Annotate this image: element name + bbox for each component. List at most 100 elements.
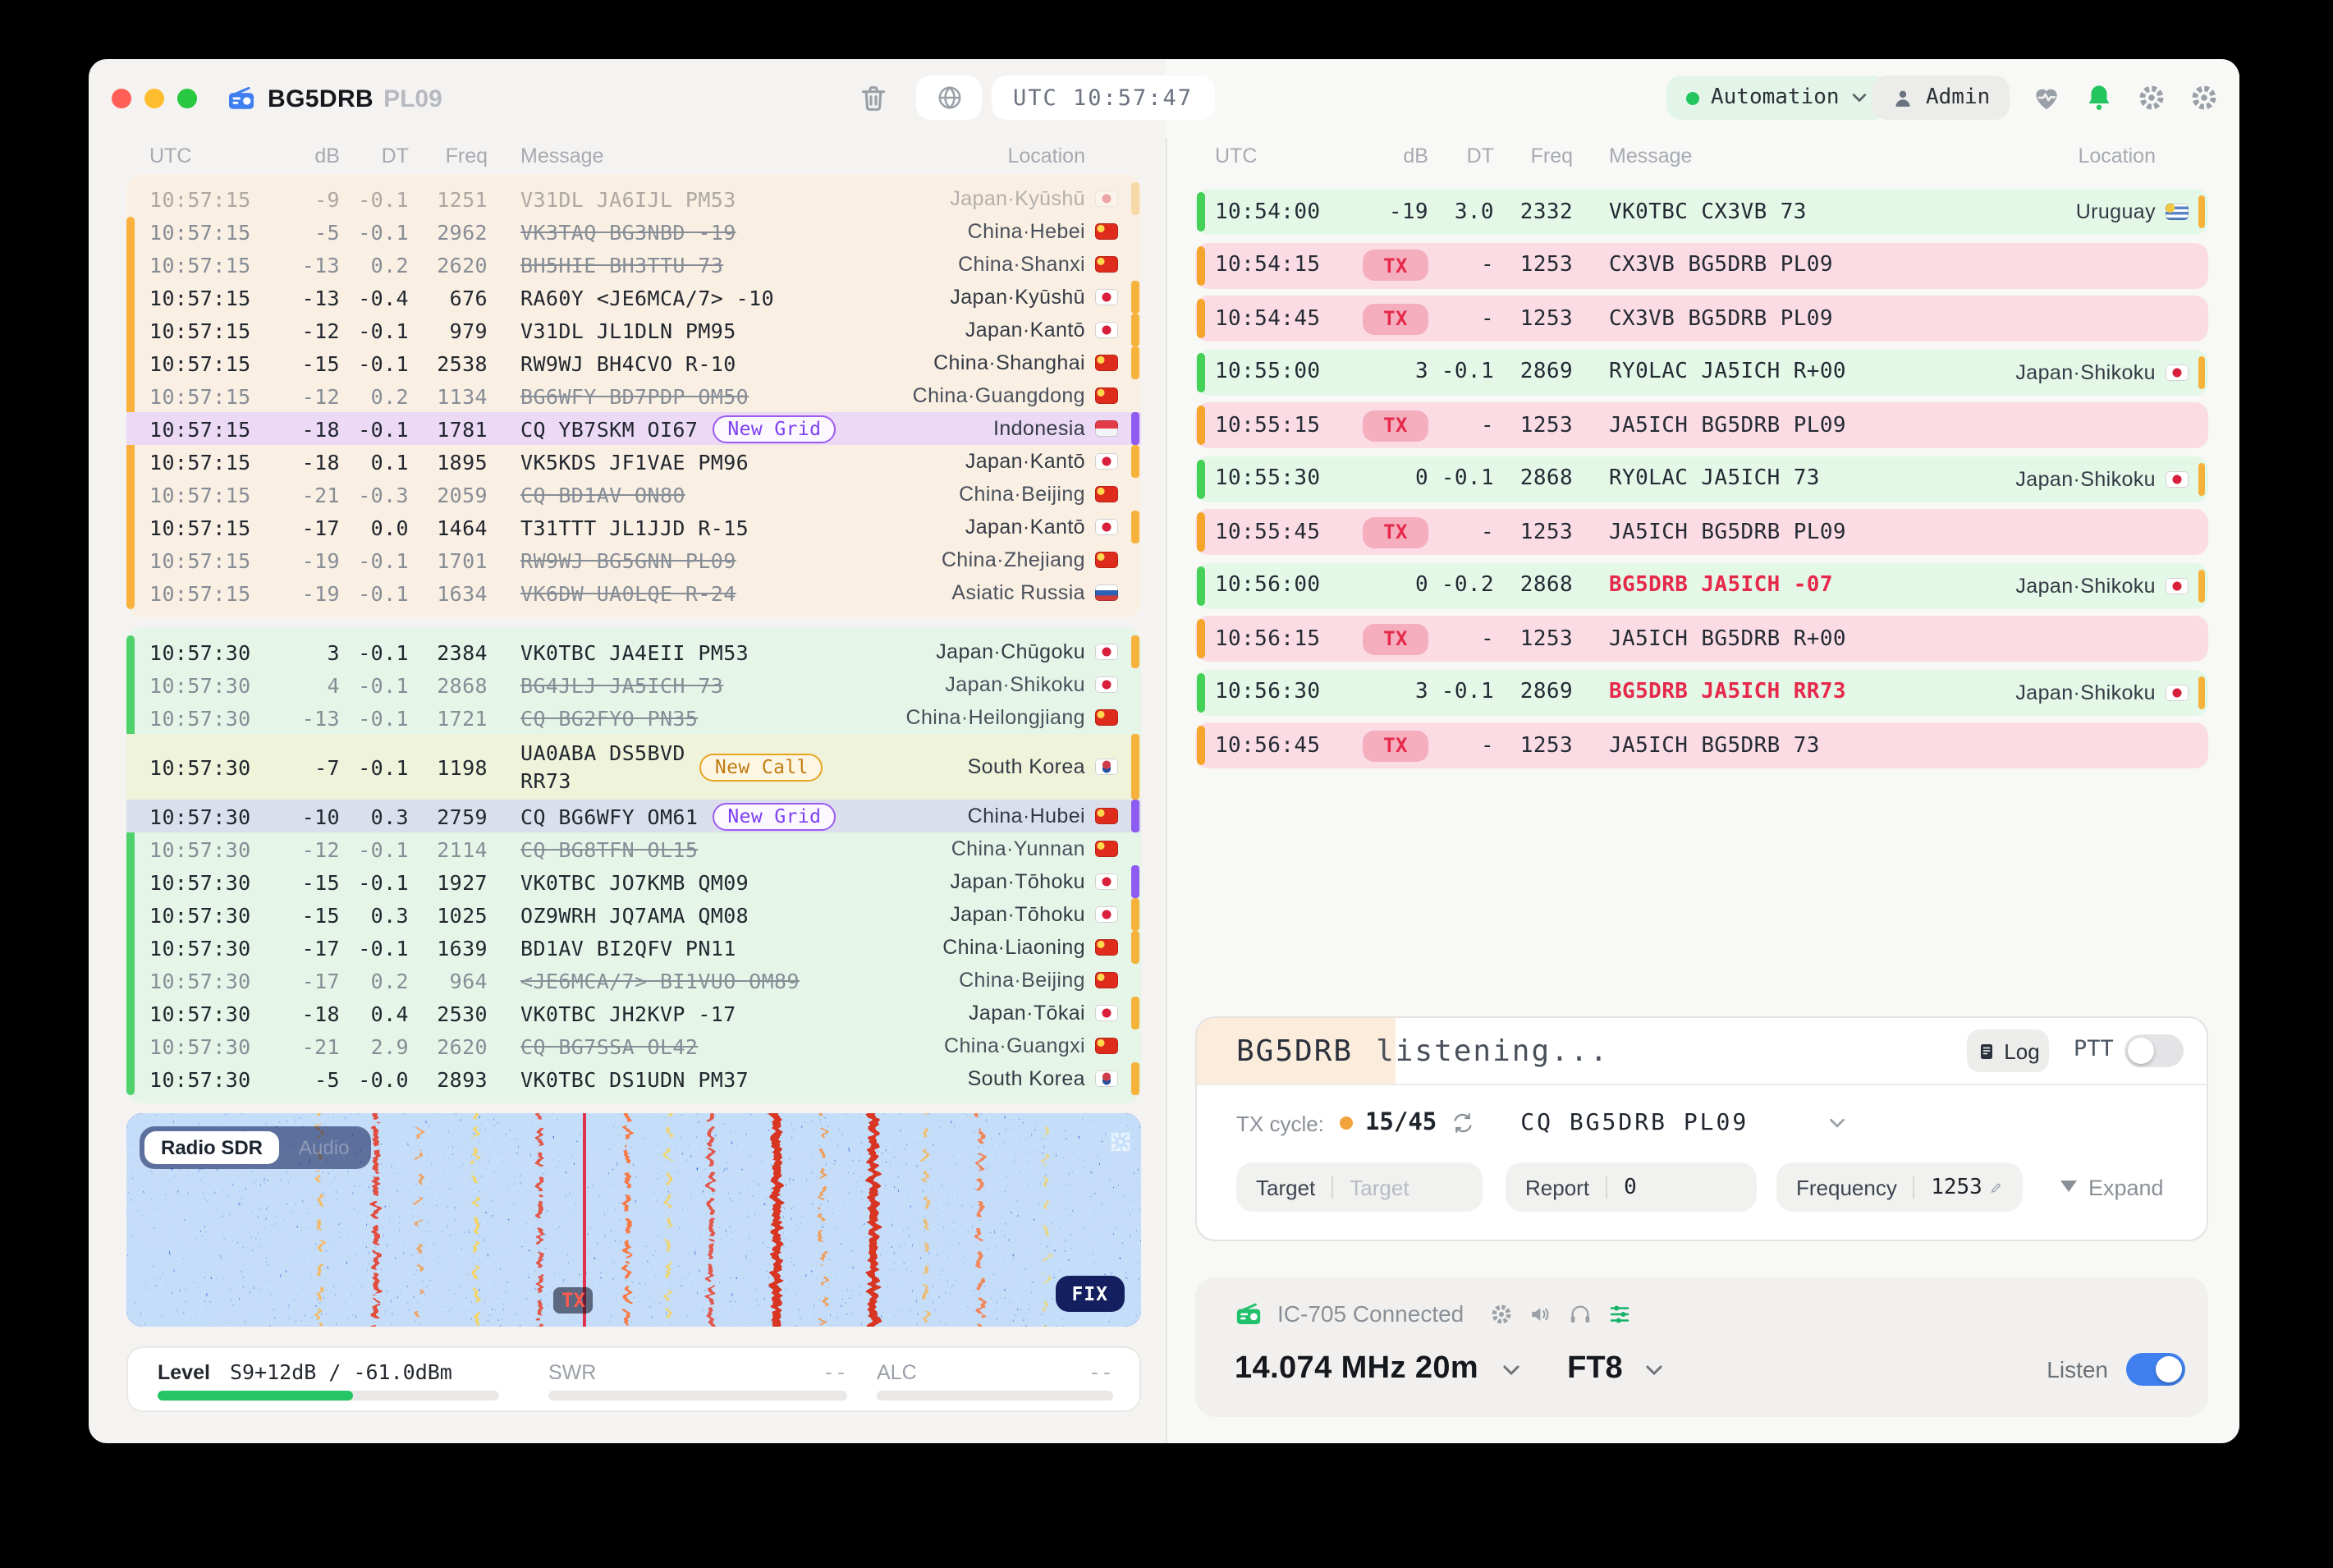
decode-row[interactable]: 10:57:15-18-0.11781CQ YB7SKM OI67New Gri… <box>126 412 1141 445</box>
listen-toggle[interactable] <box>2126 1353 2185 1386</box>
cell-message: VK5KDS JF1VAE PM96 <box>520 449 749 474</box>
health-monitor-button[interactable] <box>2029 80 2064 115</box>
decode-row[interactable]: 10:57:30-12-0.12114CQ BG8TFN OL15China·Y… <box>126 832 1141 865</box>
language-button[interactable] <box>916 76 982 120</box>
log-button[interactable]: Log <box>1967 1029 2049 1072</box>
qso-row[interactable]: 10:55:003-0.12869RY0LAC JA5ICH R+00Japan… <box>1195 349 2208 395</box>
cell-message: UA0ABA DS5BVDRR73New Call <box>520 739 823 795</box>
tab-radio-sdr[interactable]: Radio SDR <box>144 1131 279 1164</box>
cq-message-select[interactable]: CQ BG5DRB PL09 <box>1520 1110 1749 1136</box>
ptt-toggle[interactable] <box>2124 1034 2184 1067</box>
listen-label: Listen <box>2047 1356 2108 1382</box>
decode-row[interactable]: 10:57:30-17-0.11639BD1AV BI2QFV PN11Chin… <box>126 931 1141 964</box>
decode-row[interactable]: 10:57:304-0.12868BG4JLJ JA5ICH 73Japan·S… <box>126 668 1141 701</box>
report-field[interactable]: Report 0 <box>1506 1162 1757 1212</box>
decode-row[interactable]: 10:57:15-9-0.11251V31DL JA6IJL PM53Japan… <box>126 182 1141 215</box>
cell-dt: -0.1 <box>1428 466 1494 491</box>
notifications-bell-icon[interactable] <box>2082 80 2116 115</box>
cell-dt: 3.0 <box>1428 199 1494 224</box>
decode-row[interactable]: 10:57:15-5-0.12962VK3TAQ BG3NBD -19China… <box>126 215 1141 248</box>
waterfall-display[interactable]: Radio SDR Audio TX FIX <box>126 1113 1141 1327</box>
decode-row[interactable]: 10:57:30-170.2964<JE6MCA/7> BI1VUO OM89C… <box>126 964 1141 997</box>
target-field[interactable]: Target Target <box>1236 1162 1483 1212</box>
chevron-down-icon[interactable] <box>1827 1113 1847 1133</box>
decode-row[interactable]: 10:57:15-15-0.12538RW9WJ BH4CVO R-10Chin… <box>126 346 1141 379</box>
cell-message: VK0TBC CX3VB 73 <box>1609 199 1807 224</box>
qso-row[interactable]: 10:54:00-193.02332VK0TBC CX3VB 73Uruguay <box>1195 189 2208 235</box>
decode-row[interactable]: 10:57:30-212.92620CQ BG7SSA OL42China·Gu… <box>126 1029 1141 1062</box>
row-marker <box>2198 355 2205 388</box>
minimize-window-button[interactable] <box>144 89 164 108</box>
cycle-swap-icon[interactable] <box>1451 1112 1474 1135</box>
message-text: CQ BG8TFN OL15 <box>520 837 698 861</box>
clear-decodes-button[interactable] <box>854 79 893 118</box>
qso-row[interactable]: 10:56:15TX-1253JA5ICH BG5DRB R+00 <box>1195 616 2208 662</box>
decode-row[interactable]: 10:57:30-100.32759CQ BG6WFY OM61New Grid… <box>126 800 1141 832</box>
headphones-icon[interactable] <box>1567 1301 1592 1326</box>
qso-row[interactable]: 10:54:15TX-1253CX3VB BG5DRB PL09 <box>1195 242 2208 288</box>
automation-dropdown[interactable]: Automation <box>1666 76 1889 120</box>
message-text: <JE6MCA/7> BI1VUO OM89 <box>520 968 800 993</box>
speaker-icon[interactable] <box>1528 1301 1552 1326</box>
qso-row[interactable]: 10:55:45TX-1253JA5ICH BG5DRB PL09 <box>1195 509 2208 555</box>
cell-utc: 10:57:30 <box>149 1066 268 1091</box>
decode-row[interactable]: 10:57:30-5-0.02893VK0TBC DS1UDN PM37Sout… <box>126 1062 1141 1095</box>
alc-meter: ALC -- <box>877 1359 1113 1401</box>
swr-meter: SWR -- <box>548 1359 847 1401</box>
decode-row[interactable]: 10:57:30-15-0.11927VK0TBC JO7KMB QM09Jap… <box>126 865 1141 898</box>
decode-row[interactable]: 10:57:30-150.31025OZ9WRH JQ7AMA QM08Japa… <box>126 898 1141 931</box>
admin-user-button[interactable]: Admin <box>1872 76 2010 120</box>
decode-row[interactable]: 10:57:15-130.22620BH5HIE BH3TTU 73China·… <box>126 248 1141 281</box>
close-window-button[interactable] <box>112 89 131 108</box>
decode-row[interactable]: 10:57:15-13-0.4676RA60Y <JE6MCA/7> -10Ja… <box>126 281 1141 314</box>
tab-audio[interactable]: Audio <box>282 1131 365 1164</box>
system-settings-gear-icon[interactable] <box>2187 80 2221 115</box>
qso-row[interactable]: 10:54:45TX-1253CX3VB BG5DRB PL09 <box>1195 296 2208 342</box>
message-text: BG6WFY BD7PDP OM50 <box>520 383 749 408</box>
frequency-field[interactable]: Frequency 1253 <box>1776 1162 2023 1212</box>
chevron-down-icon[interactable] <box>1644 1359 1666 1380</box>
decode-row[interactable]: 10:57:15-120.21134BG6WFY BD7PDP OM50Chin… <box>126 379 1141 412</box>
waterfall-source-tabs: Radio SDR Audio <box>140 1126 370 1169</box>
decode-group-g15: 10:57:15-9-0.11251V31DL JA6IJL PM53Japan… <box>126 174 1141 617</box>
cell-freq: 964 <box>409 968 488 993</box>
chevron-down-icon[interactable] <box>1500 1359 1521 1380</box>
decode-row[interactable]: 10:57:30-7-0.11198UA0ABA DS5BVDRR73New C… <box>126 734 1141 800</box>
qso-row[interactable]: 10:56:000-0.22868BG5DRB JA5ICH -07Japan·… <box>1195 562 2208 608</box>
qso-row[interactable]: 10:55:15TX-1253JA5ICH BG5DRB PL09 <box>1195 402 2208 448</box>
cell-dt: -0.1 <box>340 186 409 211</box>
row-marker <box>1131 314 1139 346</box>
qso-row[interactable]: 10:56:45TX-1253JA5ICH BG5DRB 73 <box>1195 722 2208 768</box>
cell-freq: 2538 <box>409 351 488 375</box>
cell-message: RY0LAC JA5ICH R+00 <box>1609 360 1846 384</box>
cell-utc: 10:57:30 <box>149 869 268 894</box>
audio-sliders-icon[interactable] <box>1607 1301 1631 1326</box>
target-input[interactable]: Target <box>1350 1175 1409 1199</box>
message-text: T31TTT JL1JJD R-15 <box>520 515 749 539</box>
qso-row[interactable]: 10:56:303-0.12869BG5DRB JA5ICH RR73Japan… <box>1195 669 2208 715</box>
report-input[interactable]: 0 <box>1624 1175 1637 1199</box>
decode-row[interactable]: 10:57:303-0.12384VK0TBC JA4EII PM53Japan… <box>126 635 1141 668</box>
decode-row[interactable]: 10:57:15-19-0.11701RW9WJ BG5GNN PL09Chin… <box>126 543 1141 576</box>
row-marker <box>1131 346 1139 379</box>
decode-row[interactable]: 10:57:15-170.01464T31TTT JL1JJD R-15Japa… <box>126 511 1141 543</box>
expand-button[interactable]: Expand <box>2060 1175 2164 1199</box>
alc-value: -- <box>1089 1359 1113 1384</box>
band-frequency-select[interactable]: 14.074 MHz 20m <box>1235 1351 1478 1387</box>
decode-row[interactable]: 10:57:15-180.11895VK5KDS JF1VAE PM96Japa… <box>126 445 1141 478</box>
cell-dt: 2.9 <box>340 1034 409 1058</box>
rig-settings-gear-icon[interactable] <box>1488 1301 1513 1326</box>
zoom-window-button[interactable] <box>177 89 197 108</box>
fix-button[interactable]: FIX <box>1055 1276 1125 1312</box>
frequency-input[interactable]: 1253 <box>1931 1175 1982 1199</box>
decode-row[interactable]: 10:57:30-13-0.11721CQ BG2FYO PN35China·H… <box>126 701 1141 734</box>
flag-icon-cn <box>1095 808 1118 824</box>
pencil-edit-icon[interactable] <box>1991 1178 2003 1196</box>
mode-select[interactable]: FT8 <box>1567 1351 1623 1387</box>
decode-row[interactable]: 10:57:30-180.42530VK0TBC JH2KVP -17Japan… <box>126 997 1141 1029</box>
decode-row[interactable]: 10:57:15-21-0.32059CQ BD1AV ON80China·Be… <box>126 478 1141 511</box>
app-settings-gear-icon[interactable] <box>2134 80 2169 115</box>
decode-row[interactable]: 10:57:15-19-0.11634VK6DW UA0LQE R-24Asia… <box>126 576 1141 609</box>
decode-row[interactable]: 10:57:15-12-0.1979V31DL JL1DLN PM95Japan… <box>126 314 1141 346</box>
qso-row[interactable]: 10:55:300-0.12868RY0LAC JA5ICH 73Japan·S… <box>1195 456 2208 502</box>
